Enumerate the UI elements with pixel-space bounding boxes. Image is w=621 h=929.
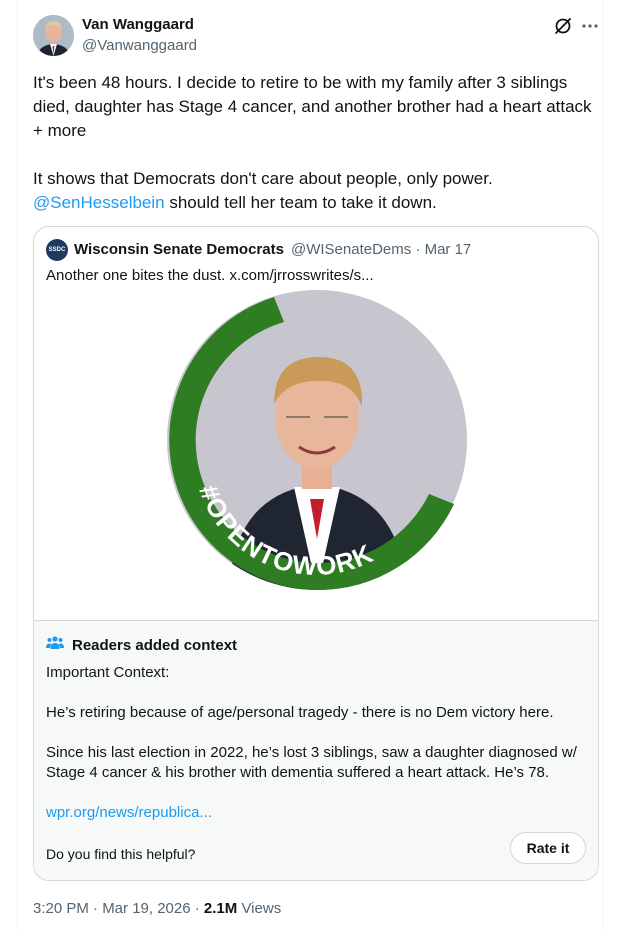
context-paragraph: Since his last election in 2022, he’s lo… xyxy=(46,744,577,781)
grok-icon[interactable] xyxy=(553,16,573,36)
context-body: Important Context: He’s retiring because… xyxy=(46,663,591,823)
quoted-image[interactable]: #OPENTOWORK xyxy=(34,289,598,619)
quoted-avatar[interactable]: SSDC xyxy=(46,239,68,261)
views-label: Views xyxy=(237,900,282,917)
people-icon xyxy=(46,635,64,655)
author-avatar[interactable] xyxy=(33,15,74,56)
views-count[interactable]: 2.1M xyxy=(204,900,237,917)
quoted-handle-date[interactable]: @WISenateDems · Mar 17 xyxy=(291,241,471,258)
tweet-paragraph-1: It's been 48 hours. I decide to retire t… xyxy=(33,73,592,140)
quoted-tweet[interactable]: SSDC Wisconsin Senate Democrats @WISenat… xyxy=(33,226,599,881)
context-paragraph: Important Context: xyxy=(46,664,170,681)
community-notes: Readers added context Important Context:… xyxy=(34,620,598,880)
quoted-author-name[interactable]: Wisconsin Senate Democrats xyxy=(74,241,284,258)
helpful-question: Do you find this helpful? xyxy=(46,846,196,862)
context-title-label: Readers added context xyxy=(72,636,238,654)
timestamp[interactable]: 3:20 PM · Mar 19, 2026 · xyxy=(33,900,204,917)
quoted-text: Another one bites the dust. x.com/jrross… xyxy=(46,267,374,284)
tweet-text: It's been 48 hours. I decide to retire t… xyxy=(33,71,593,215)
tweet-line: It shows that Democrats don't care about… xyxy=(33,169,493,188)
context-title: Readers added context xyxy=(46,635,237,655)
tweet-paragraph-2: It shows that Democrats don't care about… xyxy=(33,167,593,215)
context-paragraph: He’s retiring because of age/personal tr… xyxy=(46,704,554,721)
author-name[interactable]: Van Wanggaard xyxy=(82,16,194,33)
context-source-link[interactable]: wpr.org/news/republica... xyxy=(46,803,591,823)
more-options-icon[interactable] xyxy=(580,16,600,36)
rate-it-button[interactable]: Rate it xyxy=(510,832,586,864)
tweet-line-end: should tell her team to take it down. xyxy=(164,193,437,212)
tweet-meta: 3:20 PM · Mar 19, 2026 · 2.1M Views xyxy=(33,900,281,917)
author-handle[interactable]: @Vanwanggaard xyxy=(82,37,197,54)
mention-link[interactable]: @SenHesselbein xyxy=(33,193,165,212)
